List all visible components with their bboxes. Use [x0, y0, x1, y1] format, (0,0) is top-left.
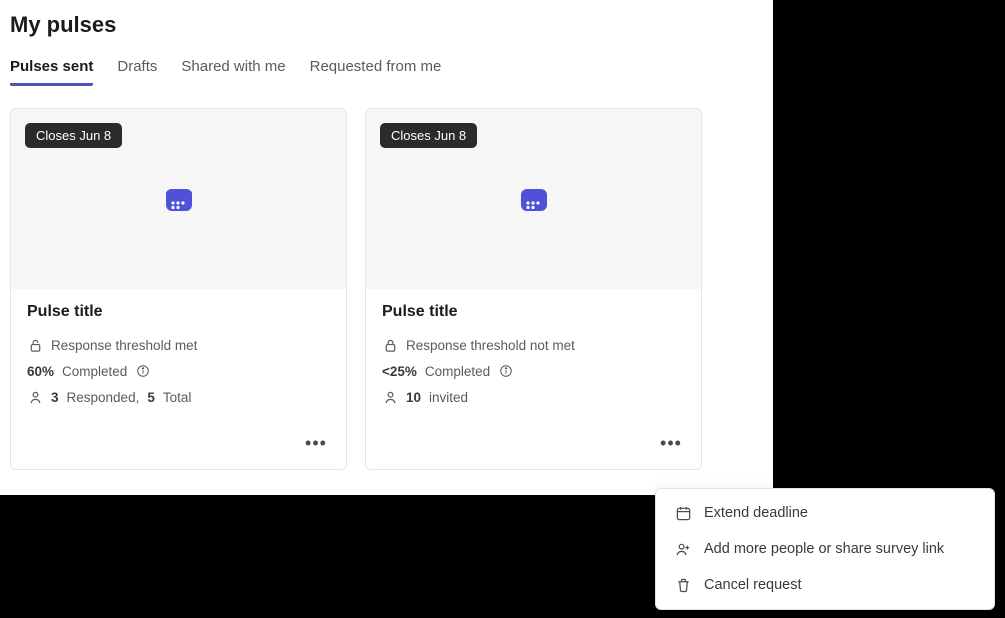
- menu-item-label: Add more people or share survey link: [704, 541, 944, 557]
- person-icon: [27, 389, 43, 405]
- responded-label: Responded,: [67, 390, 140, 405]
- responded-count: 3: [51, 390, 59, 405]
- pulse-icon: [163, 183, 195, 215]
- more-button[interactable]: •••: [302, 429, 330, 457]
- people-row: 10 invited: [382, 389, 685, 405]
- total-label: Total: [163, 390, 192, 405]
- page-title: My pulses: [10, 12, 763, 38]
- lock-icon: [382, 337, 398, 353]
- invited-count: 10: [406, 390, 421, 405]
- completed-label: Completed: [62, 364, 127, 379]
- calendar-icon: [674, 504, 692, 522]
- more-icon: •••: [305, 434, 327, 452]
- completed-row: <25% Completed: [382, 363, 685, 379]
- menu-item-cancel-request[interactable]: Cancel request: [656, 567, 994, 603]
- menu-item-add-people[interactable]: Add more people or share survey link: [656, 531, 994, 567]
- pulse-card[interactable]: Closes Jun 8 Pulse title: [10, 108, 347, 470]
- tab-requested-from-me[interactable]: Requested from me: [310, 58, 442, 86]
- threshold-row: Response threshold met: [27, 337, 330, 353]
- card-title: Pulse title: [382, 303, 685, 321]
- menu-item-label: Extend deadline: [704, 505, 808, 521]
- completed-row: 60% Completed: [27, 363, 330, 379]
- unlock-icon: [27, 337, 43, 353]
- pulse-card[interactable]: Closes Jun 8 Pulse title: [365, 108, 702, 470]
- completed-pct: <25%: [382, 364, 417, 379]
- closes-badge: Closes Jun 8: [25, 123, 122, 148]
- more-button[interactable]: •••: [657, 429, 685, 457]
- card-hero: Closes Jun 8: [366, 109, 701, 289]
- info-icon[interactable]: [498, 363, 514, 379]
- total-count: 5: [147, 390, 155, 405]
- tabs: Pulses sent Drafts Shared with me Reques…: [10, 58, 763, 86]
- tab-pulses-sent[interactable]: Pulses sent: [10, 58, 93, 86]
- invited-label: invited: [429, 390, 468, 405]
- closes-badge: Closes Jun 8: [380, 123, 477, 148]
- pulse-icon: [518, 183, 550, 215]
- menu-item-label: Cancel request: [704, 577, 802, 593]
- card-hero: Closes Jun 8: [11, 109, 346, 289]
- card-title: Pulse title: [27, 303, 330, 321]
- tab-shared-with-me[interactable]: Shared with me: [181, 58, 285, 86]
- people-add-icon: [674, 540, 692, 558]
- person-icon: [382, 389, 398, 405]
- info-icon[interactable]: [135, 363, 151, 379]
- menu-item-extend-deadline[interactable]: Extend deadline: [656, 495, 994, 531]
- tab-drafts[interactable]: Drafts: [117, 58, 157, 86]
- completed-label: Completed: [425, 364, 490, 379]
- completed-pct: 60%: [27, 364, 54, 379]
- cards-container: Closes Jun 8 Pulse title: [10, 108, 763, 470]
- context-menu: Extend deadline Add more people or share…: [655, 488, 995, 610]
- trash-icon: [674, 576, 692, 594]
- threshold-text: Response threshold met: [51, 338, 197, 353]
- threshold-row: Response threshold not met: [382, 337, 685, 353]
- more-icon: •••: [660, 434, 682, 452]
- people-row: 3 Responded, 5 Total: [27, 389, 330, 405]
- threshold-text: Response threshold not met: [406, 338, 575, 353]
